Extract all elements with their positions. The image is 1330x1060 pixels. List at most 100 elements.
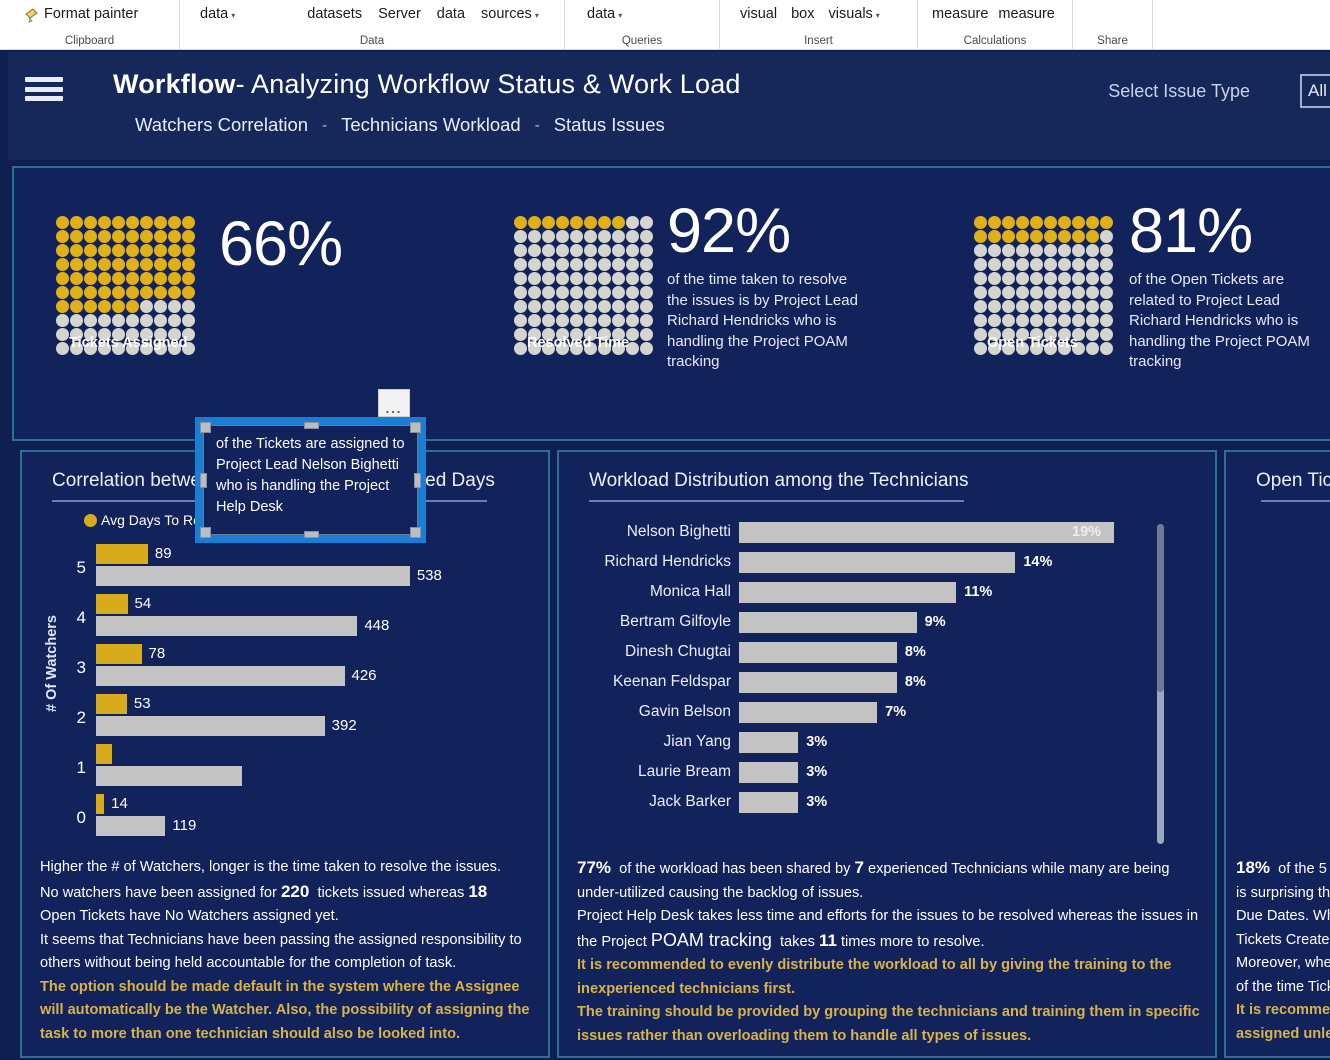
chart-bar[interactable] <box>739 522 1114 543</box>
kpi-dot <box>542 230 555 243</box>
chart-bar[interactable] <box>96 716 325 736</box>
kpi-card-resolved-time[interactable]: 92% Resolved Time of the time taken to r… <box>469 168 924 439</box>
list-item[interactable]: Jian Ya <box>1242 710 1330 740</box>
insight-line: Due Dates. Whe <box>1236 908 1330 924</box>
chart-bar[interactable] <box>96 666 345 686</box>
resize-handle-top-right[interactable] <box>410 422 421 433</box>
kpi-dot <box>612 244 625 257</box>
list-item[interactable]: Jack Bark <box>1242 680 1330 710</box>
chart-bar[interactable] <box>96 816 166 836</box>
ribbon-item-label: measure <box>998 6 1055 22</box>
ribbon-group-label-data: Data <box>359 35 385 47</box>
nav-technicians-workload[interactable]: Technicians Workload <box>341 114 521 136</box>
resize-handle-bottom-left[interactable] <box>200 527 211 538</box>
resize-handle-bottom-center[interactable] <box>303 531 319 538</box>
ribbon-item-sources[interactable]: sources ▾ <box>481 6 539 22</box>
ribbon-item-queries-data[interactable]: data ▾ <box>587 6 622 22</box>
chart-bar[interactable] <box>739 672 897 693</box>
kpi-dot <box>70 258 83 271</box>
nav-status-issues[interactable]: Status Issues <box>554 114 665 136</box>
chart-bar[interactable] <box>96 694 127 714</box>
resize-handle-right-center[interactable] <box>414 473 421 488</box>
kpi-dot <box>1100 230 1113 243</box>
kpi-dot <box>570 258 583 271</box>
chart-bar[interactable] <box>96 794 105 814</box>
chart-scrollbar-thumb[interactable] <box>1157 524 1164 692</box>
insight-fragment: of the workload has been shared by <box>619 861 851 877</box>
ribbon-item-visual[interactable]: visual <box>740 6 777 22</box>
list-item[interactable]: Erlich Bachm <box>1242 800 1330 830</box>
kpi-dot <box>56 244 69 257</box>
kpi-dot <box>56 300 69 313</box>
kpi-dot <box>126 244 139 257</box>
kpi-dot <box>584 300 597 313</box>
bar-value-label: 14% <box>1023 554 1053 570</box>
kpi-dot <box>1086 216 1099 229</box>
ribbon-item-visuals[interactable]: visuals ▾ <box>828 6 879 22</box>
list-item[interactable]: Nelson Bighe <box>1242 560 1330 590</box>
kpi-dot <box>988 230 1001 243</box>
chart-bar[interactable] <box>739 792 799 813</box>
y-axis-tick-label: 0 <box>76 808 86 827</box>
chart-bar[interactable] <box>96 616 358 636</box>
kpi-dot <box>98 314 111 327</box>
chevron-down-icon: ▾ <box>875 10 880 20</box>
chart-bar[interactable] <box>739 732 799 753</box>
kpi-dot <box>168 230 181 243</box>
ribbon-item-new-measure[interactable]: measure <box>932 6 988 22</box>
ellipsis-icon: ... <box>385 401 403 416</box>
chart-bar[interactable] <box>96 594 128 614</box>
chart-bar[interactable] <box>739 552 1016 573</box>
kpi-dot <box>182 314 195 327</box>
menu-hamburger-icon[interactable] <box>25 74 63 104</box>
ribbon-item-datasets[interactable]: datasets <box>307 6 362 22</box>
ribbon-item-data[interactable]: data ▾ <box>200 6 235 22</box>
resize-handle-left-center[interactable] <box>200 473 207 488</box>
resize-handle-bottom-right[interactable] <box>410 527 421 538</box>
kpi-dot <box>974 230 987 243</box>
chart-bar[interactable] <box>96 766 242 786</box>
ribbon-item-box[interactable]: box <box>791 6 814 22</box>
insight-emphasis: POAM tracking <box>650 929 772 950</box>
format-painter-button[interactable]: Format painter <box>24 6 138 23</box>
chart-bar[interactable] <box>96 566 410 586</box>
chart-bar[interactable] <box>739 582 957 603</box>
more-options-button[interactable]: ... <box>378 389 410 417</box>
issue-type-slicer[interactable]: All <box>1300 74 1330 108</box>
resize-handle-top-left[interactable] <box>200 422 211 433</box>
kpi-card-open-tickets[interactable]: 81% Open Tickets of the Open Tickets are… <box>924 168 1330 439</box>
chart-bar[interactable] <box>96 744 112 764</box>
selected-textbox[interactable]: of the Tickets are assigned to Project L… <box>195 417 426 543</box>
kpi-dot <box>1072 230 1085 243</box>
chart-bar[interactable] <box>739 612 917 633</box>
chart-bar[interactable] <box>739 642 897 663</box>
kpi-dot <box>514 314 527 327</box>
chart-bar[interactable] <box>739 762 799 783</box>
chart-bar[interactable] <box>96 644 142 664</box>
nav-watchers-correlation[interactable]: Watchers Correlation <box>135 114 308 136</box>
kpi-percent: 81% <box>1129 196 1253 266</box>
chart-bar[interactable] <box>739 702 878 723</box>
chart-bar[interactable] <box>96 544 148 564</box>
list-item[interactable]: Bertram Gilfoy <box>1242 620 1330 650</box>
kpi-dot <box>140 216 153 229</box>
kpi-dot <box>584 286 597 299</box>
selected-textbox-inner[interactable]: of the Tickets are assigned to Project L… <box>200 422 421 538</box>
ribbon-item-data-2[interactable]: data <box>437 6 465 22</box>
list-item[interactable]: Ron Laflamm <box>1242 650 1330 680</box>
y-axis-tick-label: 1 <box>76 758 86 777</box>
list-item[interactable]: Peter Grego <box>1242 740 1330 770</box>
ribbon-item-server[interactable]: Server <box>378 6 421 22</box>
list-item[interactable]: Gavin Bels <box>1242 590 1330 620</box>
list-item[interactable]: Monica H <box>1242 530 1330 560</box>
ribbon-item-quick-measure[interactable]: measure <box>998 6 1054 22</box>
technician-name-label: Gavin Belson <box>638 703 731 720</box>
resize-handle-top-center[interactable] <box>303 422 319 429</box>
list-item[interactable]: Coleman Bl <box>1242 770 1330 800</box>
workload-insight-text: 77% of the workload has been shared by 7… <box>577 856 1202 1048</box>
kpi-dot <box>974 328 987 341</box>
chart-scrollbar[interactable] <box>1157 524 1164 844</box>
insight-line: is surprising tha <box>1236 884 1330 901</box>
kpi-dot <box>542 314 555 327</box>
kpi-dot <box>542 244 555 257</box>
